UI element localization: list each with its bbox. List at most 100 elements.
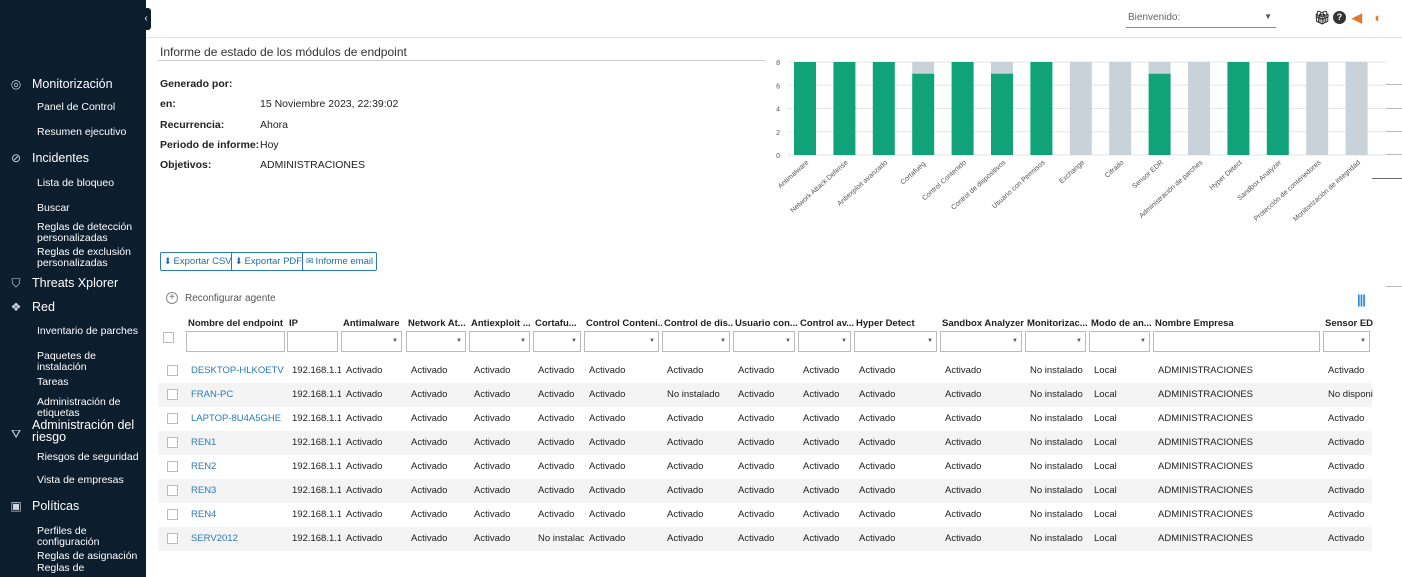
table-cell: 192.168.1.1... <box>292 509 341 520</box>
welcome-dropdown[interactable]: Bienvenido: ▼ <box>1126 12 1276 28</box>
table-row[interactable]: FRAN-PC 192.168.1.1... Activado Activado Act… <box>158 383 1373 407</box>
column-filter-input[interactable] <box>287 331 338 352</box>
row-checkbox[interactable] <box>167 509 178 520</box>
column-filter-select[interactable]: ▼ <box>1025 331 1086 352</box>
table-row[interactable]: REN1 192.168.1.1... Activado Activado Activa… <box>158 431 1372 455</box>
column-header-ip[interactable]: IP <box>289 318 341 329</box>
table-cell: Activado <box>859 365 896 376</box>
email-report-button[interactable]: ✉ Informe email <box>302 252 378 271</box>
sidebar-item-buscar[interactable]: Buscar <box>37 203 146 214</box>
endpoint-link[interactable]: SERV2012 <box>191 533 288 544</box>
table-cell: No instalado <box>1030 461 1083 472</box>
column-header-control-av[interactable]: Control av... <box>800 318 854 329</box>
endpoint-link[interactable]: REN3 <box>191 485 288 496</box>
megaphone-icon[interactable]: ◖ <box>1373 10 1381 25</box>
table-cell: ADMINISTRACIONES <box>1158 533 1254 544</box>
endpoint-link[interactable]: REN1 <box>191 437 288 448</box>
sidebar-item-tareas[interactable]: Tareas <box>37 377 146 388</box>
row-checkbox[interactable] <box>167 413 178 424</box>
column-filter-select[interactable]: ▼ <box>341 331 402 352</box>
sidebar-section-monitoring[interactable]: ◎ Monitorización <box>0 76 146 92</box>
column-filter-select[interactable]: ▼ <box>854 331 937 352</box>
column-header-control-conteni[interactable]: Control Conteni... <box>586 318 662 329</box>
column-header-sensor-edr[interactable]: Sensor EDR <box>1325 318 1373 329</box>
export-csv-button[interactable]: ⬇ Exportar CSV <box>160 252 236 271</box>
sidebar-item-riesgos-seguridad[interactable]: Riesgos de seguridad <box>37 452 146 463</box>
columns-icon[interactable]: ||| <box>1357 292 1366 307</box>
column-header-cortafu[interactable]: Cortafu... <box>535 318 584 329</box>
reconfigure-agent-button[interactable]: Reconfigurar agente <box>185 293 276 304</box>
chart-edge-line <box>1372 178 1402 179</box>
sidebar-item-inventario-parches[interactable]: Inventario de parches <box>37 326 146 337</box>
endpoint-link[interactable]: FRAN-PC <box>191 389 288 400</box>
sidebar-item-resumen-ejecutivo[interactable]: Resumen ejecutivo <box>37 127 146 138</box>
column-filter-input[interactable] <box>186 331 285 352</box>
sidebar-section-risk[interactable]: ⛛ Administración del riesgo <box>0 419 146 447</box>
table-row[interactable]: REN2 192.168.1.1... Activado Activado Activa… <box>158 455 1372 479</box>
gift-icon[interactable]: 🎁︎ <box>1314 10 1331 26</box>
table-row[interactable]: SERV2012 192.168.1.1... Activado Activado Ac… <box>158 527 1372 551</box>
table-row[interactable]: DESKTOP-HLKOETV 192.168.1.1... Activado Act… <box>158 359 1372 383</box>
endpoint-link[interactable]: REN4 <box>191 509 288 520</box>
sidebar-item-reglas-deteccion[interactable]: Reglas de detección personalizadas <box>37 222 146 244</box>
endpoint-link[interactable]: LAPTOP-8U4A5GHE <box>191 413 288 424</box>
sidebar-item-perfiles-configuracion[interactable]: Perfiles de configuración <box>37 526 146 548</box>
column-filter-select[interactable]: ▼ <box>940 331 1022 352</box>
column-filter-select[interactable]: ▼ <box>1089 331 1150 352</box>
column-header-modo-de-an[interactable]: Modo de an... <box>1091 318 1153 329</box>
sidebar-item-reglas[interactable]: Reglas de <box>37 563 146 574</box>
meta-label-generated-by: Generado por: <box>160 78 233 90</box>
row-checkbox[interactable] <box>167 437 178 448</box>
export-pdf-button[interactable]: ⬇ Exportar PDF <box>231 252 307 271</box>
table-cell: ADMINISTRACIONES <box>1158 389 1254 400</box>
column-header-antimalware[interactable]: Antimalware <box>343 318 405 329</box>
row-checkbox[interactable] <box>167 365 178 376</box>
column-header-nombre-del-endpoint[interactable]: Nombre del endpoint <box>188 318 288 329</box>
column-filter-select[interactable]: ▼ <box>662 331 730 352</box>
column-header-control-de-dis[interactable]: Control de dis... <box>664 318 733 329</box>
column-filter-select[interactable]: ▼ <box>1323 331 1370 352</box>
table-cell: 192.168.1.1... <box>292 485 341 496</box>
table-cell: Activado <box>589 413 626 424</box>
sidebar-item-vista-empresas[interactable]: Vista de empresas <box>37 475 146 486</box>
select-all-checkbox[interactable] <box>163 332 174 343</box>
column-filter-select[interactable]: ▼ <box>798 331 851 352</box>
add-circle-icon[interactable]: + <box>166 292 178 304</box>
sidebar-item-reglas-asignacion[interactable]: Reglas de asignación <box>37 551 146 562</box>
row-checkbox[interactable] <box>167 485 178 496</box>
sidebar-item-reglas-exclusion[interactable]: Reglas de exclusión personalizadas <box>37 247 146 269</box>
column-filter-select[interactable]: ▼ <box>533 331 581 352</box>
sidebar-item-panel-control[interactable]: Panel de Control <box>37 102 146 113</box>
column-filter-input[interactable] <box>1153 331 1320 352</box>
row-checkbox[interactable] <box>167 461 178 472</box>
column-filter-select[interactable]: ▼ <box>733 331 795 352</box>
column-header-monitorizac[interactable]: Monitorizac... <box>1027 318 1089 329</box>
column-header-hyper-detect[interactable]: Hyper Detect <box>856 318 940 329</box>
table-row[interactable]: REN3 192.168.1.1... Activado Activado Activa… <box>158 479 1372 503</box>
column-filter-select[interactable]: ▼ <box>469 331 530 352</box>
row-checkbox[interactable] <box>167 533 178 544</box>
column-header-usuario-con[interactable]: Usuario con... <box>735 318 798 329</box>
column-header-network-at[interactable]: Network At... <box>408 318 469 329</box>
sidebar-collapse-icon[interactable]: ‹ <box>141 8 151 30</box>
endpoint-link[interactable]: REN2 <box>191 461 288 472</box>
sidebar-item-paquetes-instalacion[interactable]: Paquetes de instalación <box>37 351 146 373</box>
endpoint-link[interactable]: DESKTOP-HLKOETV <box>191 365 288 376</box>
notifications-icon[interactable]: ◀ <box>1352 10 1362 26</box>
sidebar-item-administracion-etiquetas[interactable]: Administración de etiquetas <box>37 397 146 419</box>
sidebar-section-network[interactable]: ❖ Red <box>0 299 146 315</box>
column-header-sandbox-analyzer[interactable]: Sandbox Analyzer <box>942 318 1025 329</box>
sidebar-section-incidents[interactable]: ⊘ Incidentes <box>0 150 146 166</box>
sidebar-section-threats-xplorer[interactable]: ⛉ Threats Xplorer <box>0 275 146 291</box>
topbar: Bienvenido: ▼ 🎁︎ ? ◀ ◖ <box>146 0 1402 38</box>
table-row[interactable]: LAPTOP-8U4A5GHE 192.168.1.1... Activado Act… <box>158 407 1372 431</box>
sidebar-item-lista-bloqueo[interactable]: Lista de bloqueo <box>37 178 146 189</box>
column-filter-select[interactable]: ▼ <box>584 331 659 352</box>
sidebar-section-policies[interactable]: ▣ Políticas <box>0 498 146 514</box>
help-icon[interactable]: ? <box>1333 11 1346 24</box>
column-header-nombre-empresa[interactable]: Nombre Empresa <box>1155 318 1323 329</box>
row-checkbox[interactable] <box>167 389 178 400</box>
column-filter-select[interactable]: ▼ <box>406 331 466 352</box>
table-row[interactable]: REN4 192.168.1.1... Activado Activado Activa… <box>158 503 1372 527</box>
column-header-antiexploit[interactable]: Antiexploit ... <box>471 318 533 329</box>
